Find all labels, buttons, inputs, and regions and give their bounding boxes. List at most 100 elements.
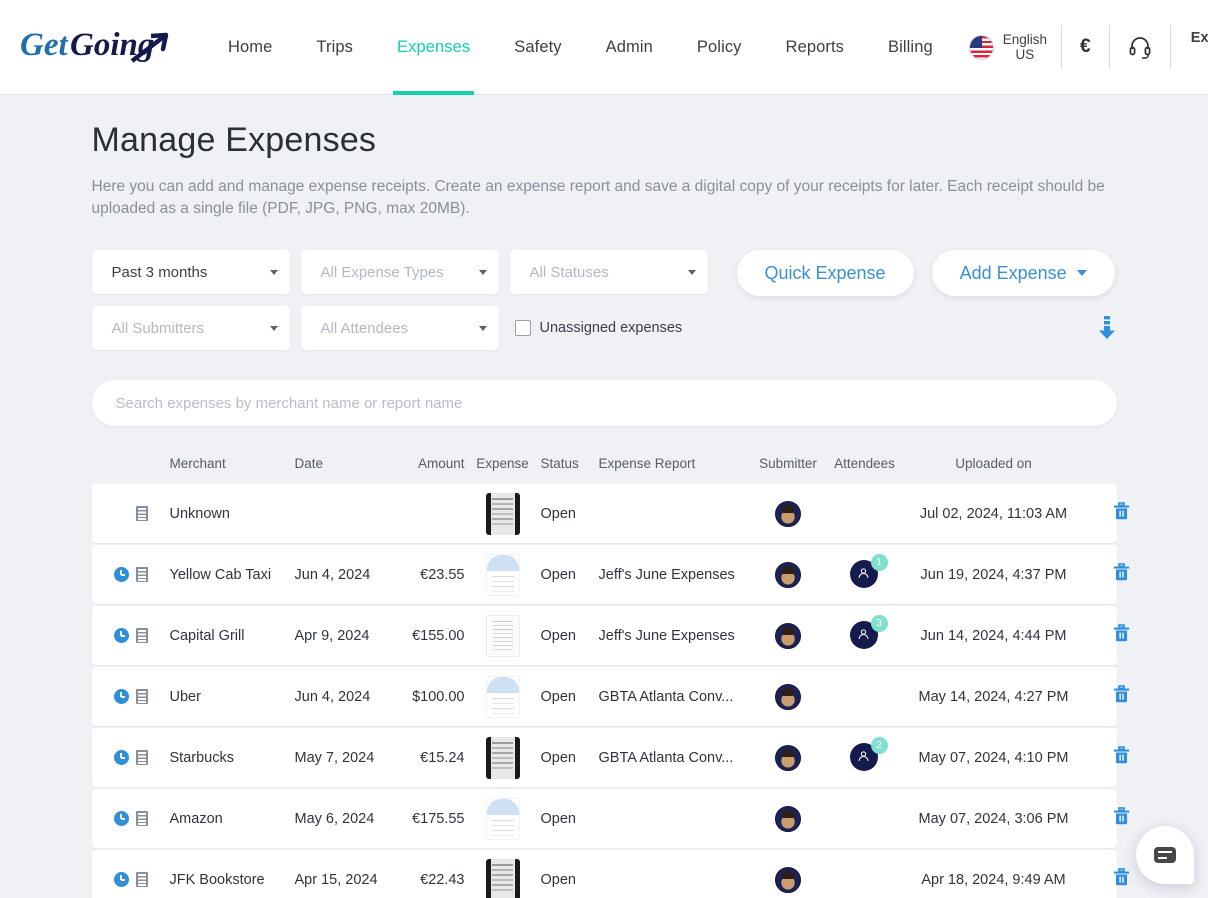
submitter-avatar[interactable] bbox=[775, 867, 801, 893]
company-name[interactable]: Expense Inc. bbox=[1173, 30, 1208, 64]
nav-item-home[interactable]: Home bbox=[206, 0, 294, 95]
filter-submitters[interactable]: All Submitters bbox=[92, 306, 290, 350]
receipt-thumbnail-digital[interactable] bbox=[486, 798, 520, 840]
cell-date: Jun 4, 2024 bbox=[295, 567, 387, 583]
table-row[interactable]: Yellow Cab TaxiJun 4, 2024€23.55OpenJeff… bbox=[92, 545, 1117, 604]
receipt-icon bbox=[136, 567, 148, 582]
table-row[interactable]: JFK BookstoreApr 15, 2024€22.43OpenApr 1… bbox=[92, 850, 1117, 898]
cell-uploaded-on: Apr 18, 2024, 9:49 AM bbox=[904, 872, 1084, 888]
cell-expense-thumbnail[interactable] bbox=[465, 798, 541, 840]
table-row[interactable]: UnknownOpenJul 02, 2024, 11:03 AM bbox=[92, 484, 1117, 543]
nav-item-billing[interactable]: Billing bbox=[866, 0, 955, 95]
support-button[interactable] bbox=[1112, 35, 1168, 59]
delete-button[interactable] bbox=[1113, 807, 1130, 831]
delete-button[interactable] bbox=[1113, 502, 1130, 526]
attendees-group[interactable]: 3 bbox=[850, 621, 880, 651]
receipt-thumbnail-paper[interactable] bbox=[486, 615, 520, 657]
receipt-thumbnail-photo[interactable] bbox=[486, 859, 520, 898]
cell-expense-thumbnail[interactable] bbox=[465, 554, 541, 596]
cell-submitter bbox=[751, 562, 826, 588]
nav-item-admin[interactable]: Admin bbox=[584, 0, 675, 95]
submitter-avatar[interactable] bbox=[775, 806, 801, 832]
quick-expense-button[interactable]: Quick Expense bbox=[737, 250, 914, 296]
header-expense: Expense bbox=[465, 456, 541, 471]
chevron-down-icon bbox=[1077, 270, 1087, 276]
attendee-count-badge: 1 bbox=[871, 554, 888, 571]
add-expense-button[interactable]: Add Expense bbox=[932, 250, 1115, 296]
nav-item-policy[interactable]: Policy bbox=[675, 0, 764, 95]
cell-date: May 7, 2024 bbox=[295, 750, 387, 766]
receipt-thumbnail-photo[interactable] bbox=[486, 737, 520, 779]
download-button[interactable] bbox=[1097, 306, 1117, 350]
cell-submitter bbox=[751, 501, 826, 527]
filter-expense-types[interactable]: All Expense Types bbox=[301, 250, 499, 294]
cell-expense-report[interactable]: Jeff's June Expenses bbox=[599, 567, 751, 583]
table-row[interactable]: UberJun 4, 2024$100.00OpenGBTA Atlanta C… bbox=[92, 667, 1117, 726]
filter-statuses[interactable]: All Statuses bbox=[510, 250, 708, 294]
attendees-group[interactable]: 1 bbox=[850, 560, 880, 590]
nav-item-expenses[interactable]: Expenses bbox=[375, 0, 492, 95]
cell-delete bbox=[1084, 868, 1130, 892]
cell-amount: €15.24 bbox=[387, 750, 465, 766]
nav-item-safety[interactable]: Safety bbox=[492, 0, 583, 95]
person-icon bbox=[856, 749, 871, 764]
table-row[interactable]: AmazonMay 6, 2024€175.55OpenMay 07, 2024… bbox=[92, 789, 1117, 848]
language-selector[interactable]: English US bbox=[955, 32, 1059, 62]
cell-expense-report[interactable]: GBTA Atlanta Conv... bbox=[599, 689, 751, 705]
table-row[interactable]: Capital GrillApr 9, 2024€155.00OpenJeff'… bbox=[92, 606, 1117, 665]
delete-button[interactable] bbox=[1113, 746, 1130, 770]
currency-selector[interactable]: € bbox=[1064, 36, 1107, 58]
filter-date-range[interactable]: Past 3 months bbox=[92, 250, 290, 294]
chevron-down-icon bbox=[270, 326, 278, 331]
getgoing-logo[interactable]: Get Going bbox=[20, 17, 170, 77]
search-input[interactable] bbox=[116, 395, 1093, 412]
filter-attendees[interactable]: All Attendees bbox=[301, 306, 499, 350]
chevron-down-icon bbox=[479, 270, 487, 275]
cell-delete bbox=[1084, 746, 1130, 770]
page-title: Manage Expenses bbox=[92, 121, 1117, 160]
cell-expense-thumbnail[interactable] bbox=[465, 493, 541, 535]
delete-button[interactable] bbox=[1113, 868, 1130, 892]
cell-status: Open bbox=[541, 689, 599, 705]
cell-expense-thumbnail[interactable] bbox=[465, 737, 541, 779]
search-bar[interactable] bbox=[92, 380, 1117, 426]
cell-date: May 6, 2024 bbox=[295, 811, 387, 827]
receipt-thumbnail-digital[interactable] bbox=[486, 554, 520, 596]
submitter-avatar[interactable] bbox=[775, 684, 801, 710]
cell-expense-thumbnail[interactable] bbox=[465, 676, 541, 718]
cell-expense-report[interactable]: GBTA Atlanta Conv... bbox=[599, 750, 751, 766]
receipt-icon bbox=[136, 689, 148, 704]
cell-submitter bbox=[751, 867, 826, 893]
cell-status: Open bbox=[541, 567, 599, 583]
receipt-thumbnail-digital[interactable] bbox=[486, 676, 520, 718]
pending-clock-icon bbox=[114, 811, 129, 826]
page-content: Manage Expenses Here you can add and man… bbox=[0, 121, 1208, 898]
header-status: Status bbox=[541, 456, 599, 471]
delete-button[interactable] bbox=[1113, 563, 1130, 587]
cell-uploaded-on: May 07, 2024, 3:06 PM bbox=[904, 811, 1084, 827]
cell-expense-thumbnail[interactable] bbox=[465, 859, 541, 898]
cell-expense-report[interactable]: Jeff's June Expenses bbox=[599, 628, 751, 644]
submitter-avatar[interactable] bbox=[775, 745, 801, 771]
submitter-avatar[interactable] bbox=[775, 501, 801, 527]
cell-status: Open bbox=[541, 872, 599, 888]
submitter-avatar[interactable] bbox=[775, 562, 801, 588]
nav-item-reports[interactable]: Reports bbox=[764, 0, 866, 95]
pending-clock-icon bbox=[114, 628, 129, 643]
unassigned-checkbox[interactable] bbox=[515, 320, 531, 336]
delete-button[interactable] bbox=[1113, 685, 1130, 709]
us-flag-icon bbox=[969, 35, 994, 60]
cell-expense-thumbnail[interactable] bbox=[465, 615, 541, 657]
delete-button[interactable] bbox=[1113, 624, 1130, 648]
table-row[interactable]: StarbucksMay 7, 2024€15.24OpenGBTA Atlan… bbox=[92, 728, 1117, 787]
unassigned-expenses-toggle[interactable]: Unassigned expenses bbox=[515, 306, 683, 350]
attendees-group[interactable]: 2 bbox=[850, 743, 880, 773]
submitter-avatar[interactable] bbox=[775, 623, 801, 649]
nav-item-trips[interactable]: Trips bbox=[294, 0, 375, 95]
cell-merchant: Uber bbox=[170, 689, 295, 705]
trash-icon bbox=[1113, 746, 1130, 765]
chat-support-button[interactable] bbox=[1136, 826, 1194, 884]
cell-uploaded-on: Jun 19, 2024, 4:37 PM bbox=[904, 567, 1084, 583]
receipt-thumbnail-photo[interactable] bbox=[486, 493, 520, 535]
attendee-count-badge: 2 bbox=[871, 737, 888, 754]
